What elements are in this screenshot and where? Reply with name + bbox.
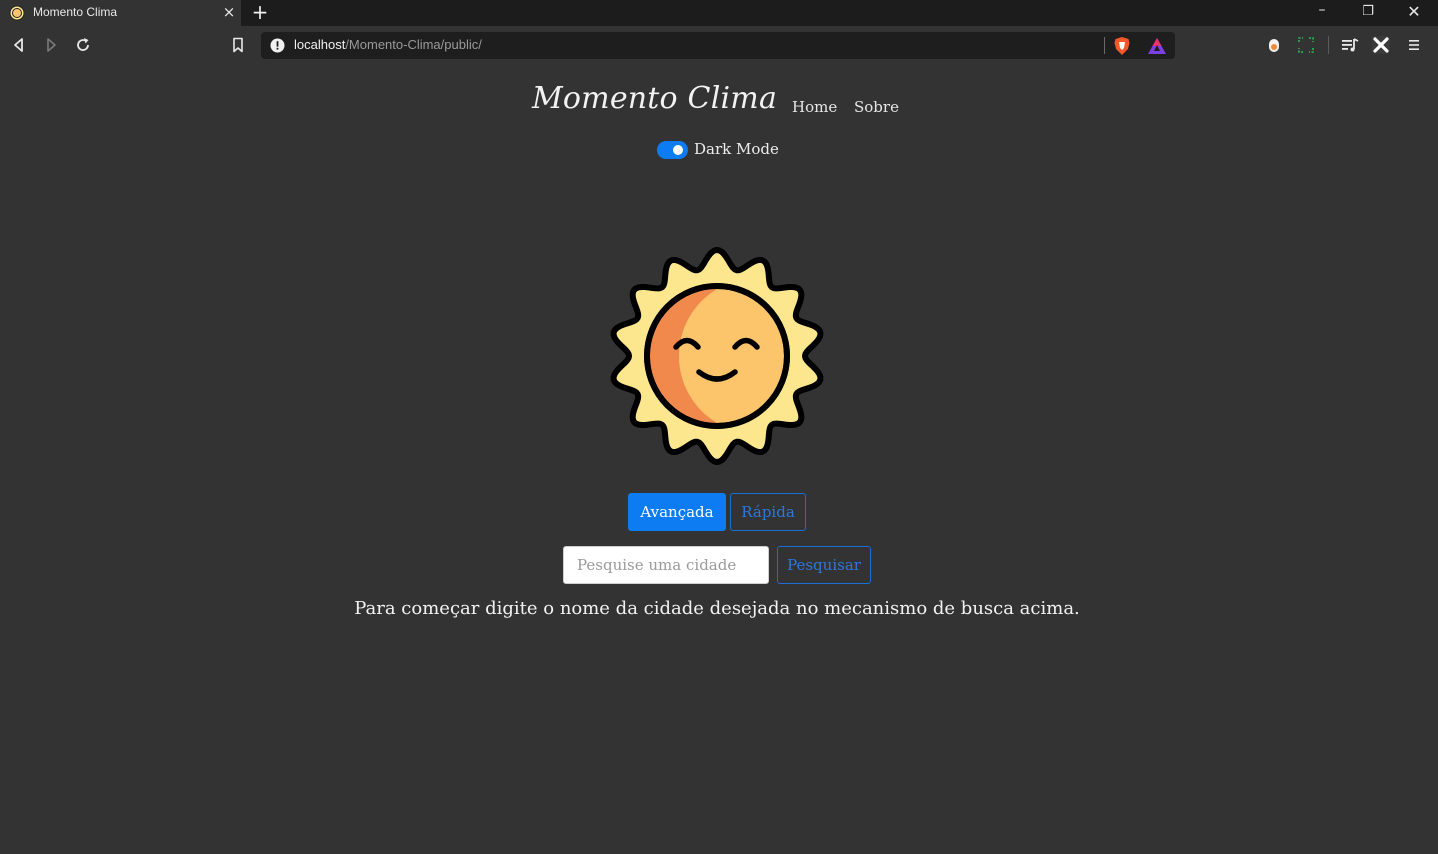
back-icon[interactable] bbox=[9, 35, 29, 55]
window-restore-button[interactable]: ❐ bbox=[1357, 2, 1379, 22]
url-text[interactable]: localhost/Momento-Clima/public/ bbox=[294, 37, 482, 52]
media-queue-icon[interactable] bbox=[1340, 35, 1360, 55]
city-search-input[interactable] bbox=[563, 546, 769, 584]
nav-link-home[interactable]: Home bbox=[792, 98, 837, 116]
url-path: /Momento-Clima/public/ bbox=[345, 37, 482, 52]
extension-x-icon[interactable] bbox=[1371, 35, 1391, 55]
forward-icon[interactable] bbox=[41, 35, 61, 55]
quick-search-button[interactable]: Rápida bbox=[730, 493, 806, 531]
dark-mode-toggle[interactable] bbox=[657, 141, 688, 159]
brand-logo-link[interactable]: Momento Clima bbox=[532, 81, 777, 116]
tab-bar: Momento Clima × + – ❐ ✕ bbox=[0, 0, 1438, 26]
brave-shield-icon[interactable] bbox=[1113, 36, 1131, 56]
browser-toolbar: localhost/Momento-Clima/public/ bbox=[0, 26, 1438, 64]
address-bar[interactable]: localhost/Momento-Clima/public/ bbox=[261, 32, 1175, 59]
browser-tab[interactable]: Momento Clima × bbox=[0, 0, 241, 26]
tab-close-icon[interactable]: × bbox=[221, 4, 237, 20]
nav-link-sobre[interactable]: Sobre bbox=[854, 98, 899, 116]
brave-rewards-icon[interactable] bbox=[1147, 37, 1167, 55]
reload-icon[interactable] bbox=[73, 35, 93, 55]
search-button[interactable]: Pesquisar bbox=[777, 546, 871, 584]
menu-icon[interactable] bbox=[1404, 35, 1424, 55]
dark-mode-label[interactable]: Dark Mode bbox=[694, 140, 779, 158]
sun-icon bbox=[610, 247, 824, 465]
address-bar-divider bbox=[1104, 37, 1105, 54]
page-content: Momento Clima Home Sobre Dark Mode Avanç… bbox=[0, 64, 1438, 854]
sun-favicon-icon bbox=[9, 5, 25, 21]
screen-capture-icon[interactable] bbox=[1296, 35, 1316, 55]
toggle-knob bbox=[673, 145, 683, 155]
window-minimize-button[interactable]: – bbox=[1311, 2, 1333, 22]
url-host: localhost bbox=[294, 37, 346, 52]
search-hint-text: Para começar digite o nome da cidade des… bbox=[354, 598, 1080, 619]
site-info-icon[interactable] bbox=[270, 38, 285, 53]
bookmark-icon[interactable] bbox=[228, 35, 248, 55]
toolbar-divider bbox=[1328, 36, 1329, 54]
window-close-button[interactable]: ✕ bbox=[1403, 2, 1425, 22]
new-tab-button[interactable]: + bbox=[250, 2, 270, 23]
extension-icon[interactable] bbox=[1264, 35, 1284, 55]
advanced-search-button[interactable]: Avançada bbox=[628, 493, 726, 531]
tab-title: Momento Clima bbox=[33, 5, 118, 19]
